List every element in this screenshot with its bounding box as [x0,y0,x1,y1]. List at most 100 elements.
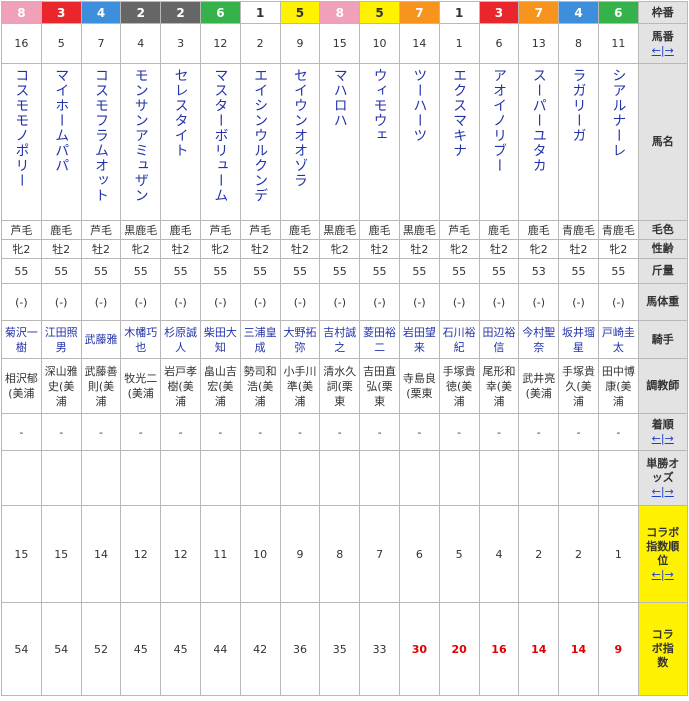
weight-carried-cell: 55 [558,258,599,284]
horse-name-cell[interactable]: スーパーユタカ [518,63,560,221]
horse-name-link[interactable]: ウィモウェ [371,68,389,143]
horse-name-link[interactable]: セレスタイト [172,68,190,158]
collab-rank-sort-left-link[interactable]: ← [652,568,661,581]
horse-name-cell[interactable]: セイウンオオゾラ [279,63,321,221]
body-weight: (-) [572,295,585,309]
umaban-sort-left-link[interactable]: ← [652,44,661,57]
jockey-cell[interactable]: 杉原誠人 [160,320,201,359]
jockey-cell[interactable]: 木幡巧也 [120,320,162,359]
horse-name-cell[interactable]: コスモモノポリー [1,63,42,221]
jockey-link[interactable]: 戸崎圭太 [599,325,637,355]
horse-name-cell[interactable]: ラガリーガ [558,63,599,221]
horse-name-cell[interactable]: ウィモウェ [359,63,400,221]
jockey-link[interactable]: 菱田裕二 [361,325,399,355]
odds-cell [518,450,560,506]
sexage-cell: 牡2 [279,239,321,259]
jockey-link[interactable]: 木幡巧也 [122,325,160,355]
horse-name-cell[interactable]: シアルナーレ [597,63,639,221]
jockey-cell[interactable]: 坂井瑠星 [558,320,599,359]
collab-index-cell: 54 [40,602,82,696]
jockey-link[interactable]: 菊沢一樹 [2,325,40,355]
jockey-cell[interactable]: 武藤雅 [80,320,122,359]
weight-carried: 55 [54,264,69,278]
jockey-link[interactable]: 江田照男 [42,325,80,355]
horse-name-cell[interactable]: ツーハーツ [398,63,440,221]
jockey-link[interactable]: 田辺裕信 [480,325,518,355]
jockey-cell[interactable]: 菊沢一樹 [1,320,42,359]
waku-cell: 4 [80,1,122,24]
jockey-link[interactable]: 大野拓弥 [281,325,319,355]
collab-index-cell: 45 [120,602,162,696]
trainer-name: 手塚貴徳(美浦 [442,364,476,408]
horse-name-cell[interactable]: アオイノリブー [478,63,520,221]
jockey-link[interactable]: 坂井瑠星 [560,325,598,355]
horse-name-link[interactable]: マスターボリューム [211,68,229,203]
horse-name-link[interactable]: エクスマキナ [450,68,468,158]
horse-name-cell[interactable]: エクスマキナ [438,63,480,221]
weight-carried-cell: 55 [398,258,440,284]
jockey-cell[interactable]: 三浦皇成 [239,320,281,359]
horse-name-link[interactable]: ツーハーツ [410,68,428,143]
horse-name-link[interactable]: アオイノリブー [490,68,508,173]
jockey-link[interactable]: 柴田大知 [201,325,239,355]
horse-name-cell[interactable]: エイシンウルクンデ [239,63,281,221]
sex-age: 牡2 [569,243,588,256]
jockey-cell[interactable]: 菱田裕二 [359,320,400,359]
jockey-cell[interactable]: 柴田大知 [199,320,241,359]
waku-cell: 5 [279,1,321,24]
jockey-link[interactable]: 今村聖奈 [520,325,558,355]
horse-name-link[interactable]: マハロハ [331,68,349,128]
jockey-cell[interactable]: 大野拓弥 [279,320,321,359]
jockey-link[interactable]: 岩田望来 [400,325,438,355]
jockey-cell[interactable]: 石川裕紀 [438,320,480,359]
trainer-cell: 岩戸孝樹(美浦 [160,358,201,414]
horse-name-link[interactable]: モンサンアミュザン [132,68,150,203]
horse-name-cell[interactable]: マハロハ [319,63,361,221]
horse-name-cell[interactable]: モンサンアミュザン [120,63,162,221]
weight-carried-cell: 55 [359,258,400,284]
jockey-cell[interactable]: 今村聖奈 [518,320,560,359]
horse-name-link[interactable]: エイシンウルクンデ [251,68,269,203]
horse-name-link[interactable]: マイホームパパ [52,68,70,173]
umaban-number: 12 [213,37,228,50]
odds-sort-right-link[interactable]: → [665,485,674,498]
horse-name-link[interactable]: スーパーユタカ [530,68,548,173]
collab-rank-value: 15 [14,547,29,561]
horse-name-link[interactable]: シアルナーレ [609,68,627,158]
jockey-cell[interactable]: 江田照男 [40,320,82,359]
horse-name-cell[interactable]: マスターボリューム [199,63,241,221]
finish-position: - [377,425,382,439]
umaban-sort-right-link[interactable]: → [665,44,674,57]
jockey-cell[interactable]: 岩田望来 [398,320,440,359]
jockey-link[interactable]: 石川裕紀 [440,325,478,355]
horse-name-link[interactable]: コスモフラムオット [92,68,110,203]
jockey-cell[interactable]: 戸崎圭太 [597,320,639,359]
body-weight-cell: (-) [597,283,639,321]
weight-carried: 55 [452,264,467,278]
coat-cell: 鹿毛 [359,220,400,240]
collab-rank-cell: 2 [518,505,560,603]
finish-sort-left-link[interactable]: ← [652,432,661,445]
header-weight-carried: 斤量 [637,258,688,284]
jockey-link[interactable]: 吉村誠之 [321,325,359,355]
horse-name-link[interactable]: ラガリーガ [570,68,588,143]
finish-position: - [337,425,342,439]
horse-name-link[interactable]: コスモモノポリー [12,68,30,188]
sexage-cell: 牡2 [239,239,281,259]
finish-sort-right-link[interactable]: → [665,432,674,445]
odds-sort-left-link[interactable]: ← [652,485,661,498]
horse-name-cell[interactable]: コスモフラムオット [80,63,122,221]
jockey-link[interactable]: 武藤雅 [82,332,120,347]
collab-rank-sort-right-link[interactable]: → [665,568,674,581]
finish-cell: - [398,413,440,451]
jockey-cell[interactable]: 吉村誠之 [319,320,361,359]
jockey-link[interactable]: 杉原誠人 [162,325,200,355]
odds-cell [558,450,599,506]
jockey-link[interactable]: 三浦皇成 [241,325,279,355]
horse-name-cell[interactable]: セレスタイト [160,63,201,221]
weight-carried: 55 [213,264,228,278]
odds-cell [199,450,241,506]
horse-name-link[interactable]: セイウンオオゾラ [291,68,309,188]
jockey-cell[interactable]: 田辺裕信 [478,320,520,359]
horse-name-cell[interactable]: マイホームパパ [40,63,82,221]
